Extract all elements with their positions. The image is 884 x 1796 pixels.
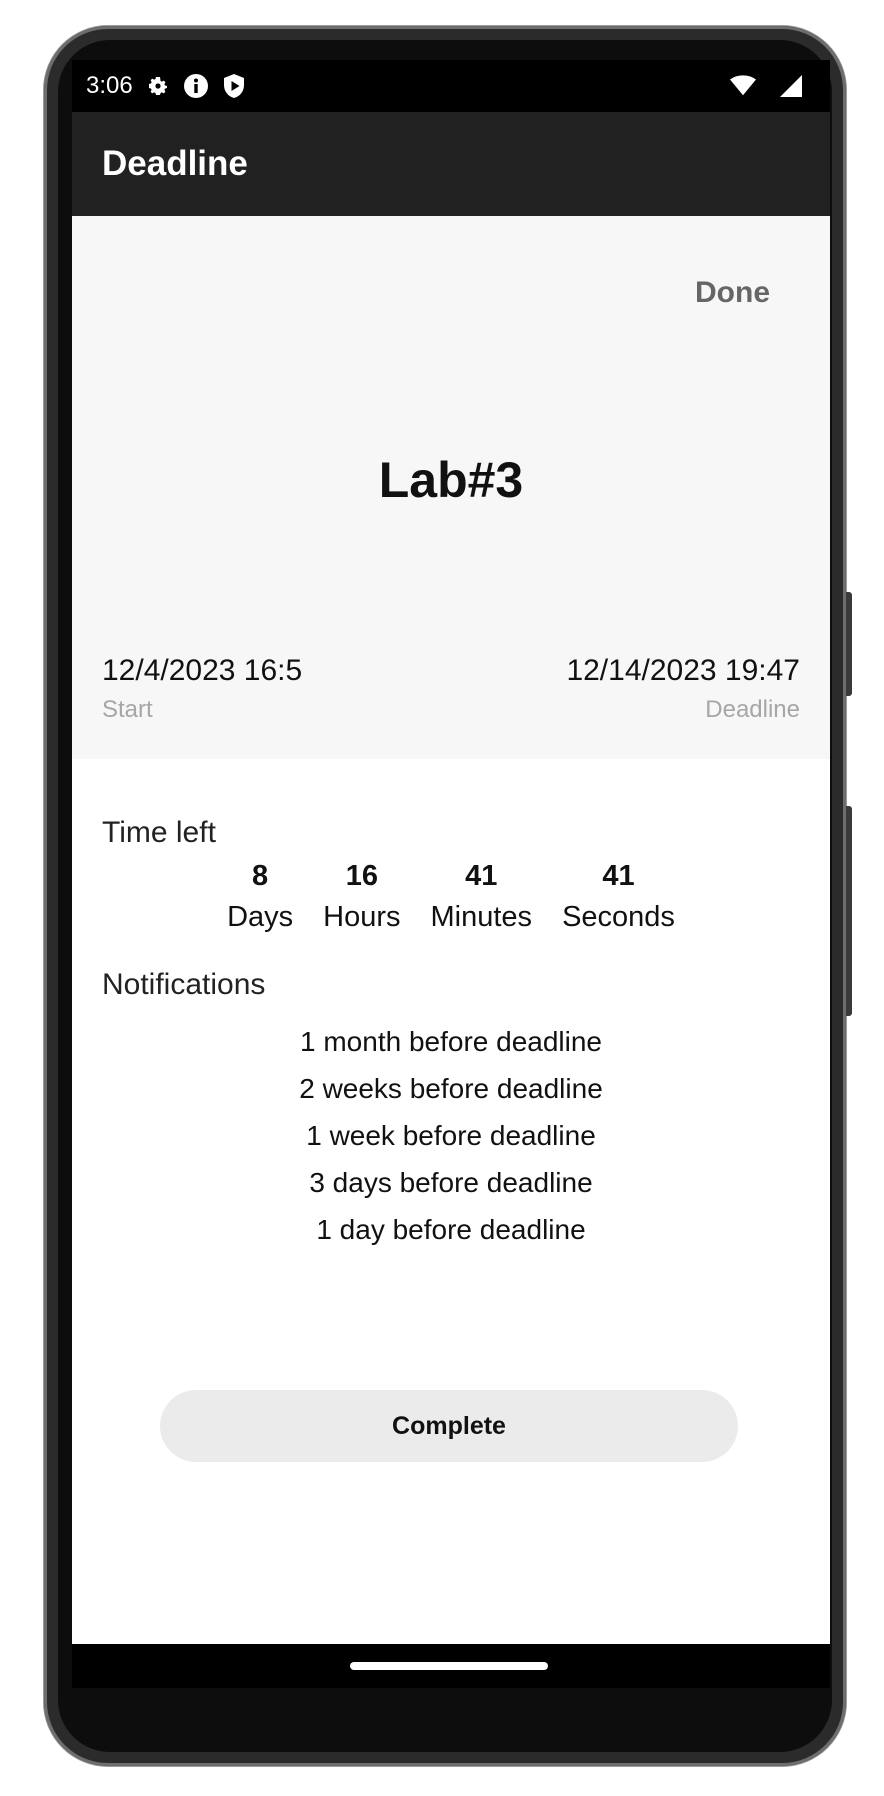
start-date-value: 12/4/2023 16:5 (102, 654, 303, 687)
countdown-value: 41 (602, 860, 635, 892)
countdown-seconds: 41 Seconds (562, 860, 675, 934)
navigation-bar (72, 1644, 830, 1688)
deadline-date-label: Deadline (705, 696, 800, 723)
countdown-value: 41 (465, 860, 498, 892)
countdown-minutes: 41 Minutes (431, 860, 533, 934)
power-button (846, 592, 852, 696)
complete-button[interactable]: Complete (160, 1390, 738, 1462)
settings-icon (145, 73, 171, 99)
cell-signal-icon (778, 73, 804, 99)
status-time: 3:06 (86, 72, 133, 99)
volume-button (846, 806, 852, 1016)
notification-item[interactable]: 1 week before deadline (72, 1112, 830, 1159)
countdown-label: Days (227, 901, 294, 933)
status-bar: 3:06 (72, 60, 830, 112)
countdown-value: 8 (252, 860, 269, 892)
phone-screen: 3:06 Deadline Done Lab#3 12/4/2023 16:5 … (72, 60, 830, 1688)
status-right-group (730, 73, 816, 99)
home-indicator[interactable] (350, 1662, 548, 1670)
notification-item[interactable]: 1 day before deadline (72, 1206, 830, 1253)
start-date-label: Start (102, 696, 153, 723)
countdown-hours: 16 Hours (323, 860, 400, 934)
deadline-header-card: Done Lab#3 12/4/2023 16:5 Start 12/14/20… (72, 216, 830, 759)
countdown: 8 Days 16 Hours 41 Minutes 41 Seconds (72, 860, 830, 934)
notification-list: 1 month before deadline 2 weeks before d… (72, 1018, 830, 1253)
notification-item[interactable]: 2 weeks before deadline (72, 1065, 830, 1112)
notification-item[interactable]: 3 days before deadline (72, 1159, 830, 1206)
time-left-label: Time left (102, 816, 216, 849)
wifi-icon (730, 73, 756, 99)
app-bar-title: Deadline (102, 144, 248, 183)
start-date-block: 12/4/2023 16:5 Start (102, 654, 302, 724)
countdown-label: Seconds (562, 901, 675, 933)
countdown-value: 16 (345, 860, 378, 892)
deadline-date-block: 12/14/2023 19:47 Deadline (566, 654, 800, 724)
shield-play-icon (221, 73, 247, 99)
countdown-label: Minutes (430, 901, 533, 933)
app-bar: Deadline (72, 112, 830, 216)
task-title: Lab#3 (378, 452, 524, 508)
countdown-days: 8 Days (227, 860, 293, 934)
info-icon (183, 73, 209, 99)
notifications-label: Notifications (102, 968, 266, 1001)
countdown-label: Hours (323, 901, 401, 933)
deadline-date-value: 12/14/2023 19:47 (566, 654, 800, 687)
done-button[interactable]: Done (695, 276, 770, 310)
notification-item[interactable]: 1 month before deadline (72, 1018, 830, 1065)
